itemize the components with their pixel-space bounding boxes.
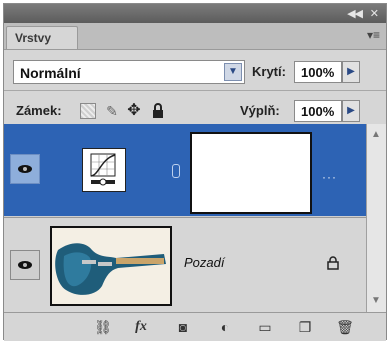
scroll-up-icon[interactable]: ▲ bbox=[369, 128, 383, 142]
lock-icon bbox=[326, 256, 340, 270]
fill-input[interactable]: 100% bbox=[294, 100, 342, 122]
link-layers-icon[interactable]: ⛓ bbox=[94, 319, 112, 335]
layers-list: ··· Pozadí bbox=[4, 124, 367, 313]
close-icon[interactable]: ✕ bbox=[370, 7, 379, 20]
tab-row: Vrstvy ▾≡ bbox=[4, 23, 386, 50]
opacity-value: 100% bbox=[301, 65, 335, 80]
fill-arrow-icon[interactable]: ▶ bbox=[342, 100, 360, 122]
collapse-icon[interactable]: ◀◀ bbox=[347, 7, 363, 20]
lock-all-icon[interactable] bbox=[150, 103, 166, 119]
eye-icon bbox=[18, 165, 32, 173]
layer-mask-thumbnail[interactable] bbox=[190, 132, 312, 214]
blend-mode-select[interactable]: Normální ▼ bbox=[13, 60, 245, 84]
more-indicator: ··· bbox=[322, 170, 337, 184]
opacity-label: Krytí: bbox=[252, 64, 286, 79]
new-layer-icon[interactable]: ❐ bbox=[296, 319, 314, 335]
lock-transparent-pixels-icon[interactable] bbox=[80, 103, 96, 119]
tab-layers[interactable]: Vrstvy bbox=[6, 26, 78, 49]
layer-row-background[interactable]: Pozadí bbox=[4, 217, 367, 313]
panel-titlebar: ◀◀ ✕ bbox=[4, 4, 386, 23]
opacity-arrow-icon[interactable]: ▶ bbox=[342, 61, 360, 83]
blend-mode-value: Normální bbox=[20, 65, 81, 81]
fill-value: 100% bbox=[301, 104, 335, 119]
scroll-down-icon[interactable]: ▼ bbox=[369, 294, 383, 308]
layer-style-icon[interactable]: fx bbox=[132, 319, 150, 335]
new-adjustment-icon[interactable]: ◐ bbox=[216, 319, 234, 335]
eye-icon bbox=[18, 261, 32, 269]
layers-scrollbar[interactable]: ▲ ▼ bbox=[366, 124, 386, 312]
mask-link-icon[interactable] bbox=[172, 164, 180, 178]
lock-position-icon[interactable]: ✥ bbox=[126, 103, 142, 119]
divider bbox=[4, 90, 386, 91]
guitar-thumbnail bbox=[50, 226, 172, 306]
layer-name: Pozadí bbox=[184, 255, 225, 270]
visibility-toggle[interactable] bbox=[10, 250, 40, 280]
curves-adjustment-icon bbox=[82, 148, 126, 192]
lock-label: Zámek: bbox=[16, 103, 62, 118]
layer-row-adjustment[interactable]: ··· bbox=[4, 124, 367, 216]
lock-image-pixels-icon[interactable]: ✎ bbox=[104, 103, 120, 119]
opacity-input[interactable]: 100% bbox=[294, 61, 342, 83]
fill-label: Výplň: bbox=[240, 103, 280, 118]
panel-menu-icon[interactable]: ▾≡ bbox=[367, 28, 380, 42]
chevron-down-icon[interactable]: ▼ bbox=[224, 63, 242, 81]
layers-toolbar: ⛓ fx ◙ ◐ ▭ ❐ 🗑 bbox=[4, 312, 386, 341]
layers-panel: ◀◀ ✕ Vrstvy ▾≡ Normální ▼ Krytí: 100% ▶ … bbox=[3, 3, 387, 341]
tab-layers-label: Vrstvy bbox=[15, 31, 52, 45]
visibility-toggle[interactable] bbox=[10, 154, 40, 184]
delete-layer-icon[interactable]: 🗑 bbox=[336, 319, 354, 335]
add-mask-icon[interactable]: ◙ bbox=[174, 319, 192, 335]
new-group-icon[interactable]: ▭ bbox=[256, 319, 274, 335]
